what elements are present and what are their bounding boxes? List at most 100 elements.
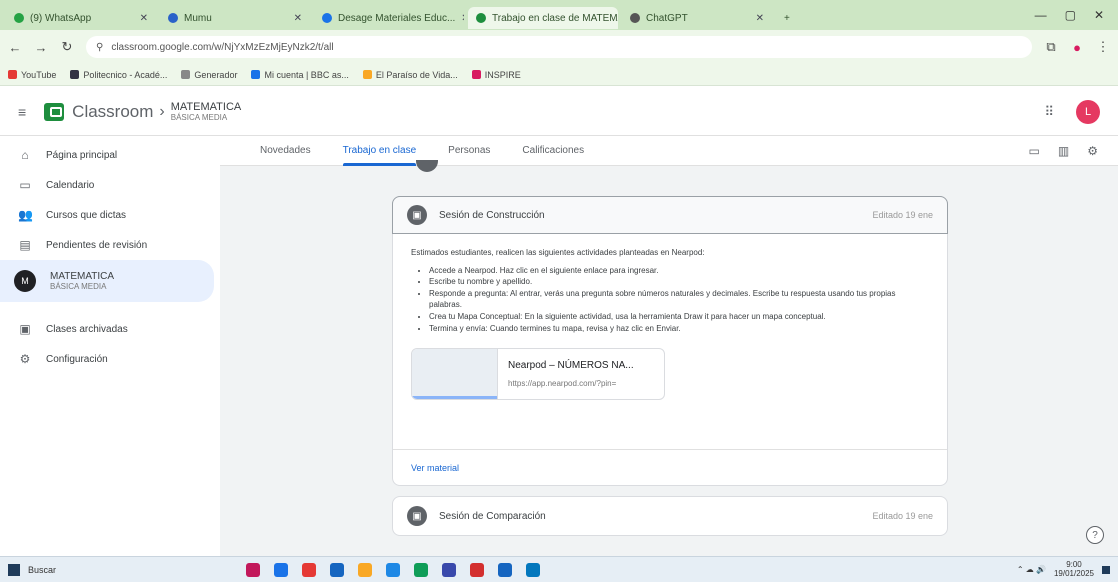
taskbar-app-icon[interactable]: [386, 562, 400, 577]
course-name: MATEMATICA: [170, 101, 242, 113]
sidebar-item[interactable]: ⚙ Configuración: [0, 344, 220, 374]
sidebar-item-label: Cursos que dictas: [46, 209, 127, 221]
avatar[interactable]: L: [1076, 99, 1100, 124]
browser-tab[interactable]: ChatGPT ✕: [622, 7, 772, 29]
site-info-icon[interactable]: ⚲: [96, 42, 103, 53]
browser-tab[interactable]: Desage Materiales Educ... ✕: [314, 7, 464, 29]
classroom-header: ≡ Classroom › MATEMATICA BÁSICA MEDIA ⠿ …: [0, 88, 1118, 136]
assignment-step: Termina y envía: Cuando termines tu mapa…: [429, 323, 929, 335]
browser-tab[interactable]: Trabajo en clase de MATEMATICA✕: [468, 7, 618, 29]
taskbar-app-icon[interactable]: [246, 562, 260, 577]
sidebar-icon: ▤: [19, 238, 31, 252]
bookmark-item[interactable]: YouTube: [8, 70, 56, 80]
attachment-thumbnail: [412, 349, 498, 400]
taskbar-app-icon[interactable]: [302, 562, 316, 577]
sidebar-item[interactable]: ⌂ Página principal: [0, 140, 220, 170]
sidebar-item[interactable]: ▤ Pendientes de revisión: [0, 230, 220, 260]
bookmark-item[interactable]: Politecnico - Acadé...: [70, 70, 167, 80]
apps-grid-icon[interactable]: ⠿: [1044, 104, 1054, 120]
sidebar-item-label: Calendario: [46, 179, 95, 191]
taskbar-app-icon[interactable]: [330, 562, 344, 577]
assignment-card: ▣ Sesión de Construcción Editado 19 ene …: [392, 196, 948, 486]
tray-icons[interactable]: ⌃ ☁ 🔊: [1017, 565, 1046, 574]
bookmark-label: El Paraíso de Vida...: [375, 69, 458, 80]
url-field[interactable]: ⚲ classroom.google.com/w/NjYxMzEzMjEyNzk…: [86, 36, 1032, 58]
notifications-icon[interactable]: [1102, 565, 1110, 574]
sidebar-icon: 👥: [18, 208, 33, 222]
breadcrumb-course[interactable]: MATEMATICA BÁSICA MEDIA: [171, 101, 241, 122]
bookmark-item[interactable]: Generador: [181, 70, 237, 80]
close-tab-icon[interactable]: ✕: [294, 13, 302, 24]
bookmark-item[interactable]: INSPIRE: [471, 70, 521, 80]
sidebar-item-label: Pendientes de revisión: [46, 239, 148, 251]
extensions-icon[interactable]: ⧉: [1044, 39, 1058, 55]
forward-icon[interactable]: →: [34, 40, 48, 55]
sidebar-icon: ▭: [19, 178, 31, 192]
tab-label: (9) WhatsApp: [30, 12, 92, 24]
bookmark-item[interactable]: El Paraíso de Vida...: [362, 69, 458, 80]
taskbar-app-icon[interactable]: [414, 562, 428, 577]
profile-icon[interactable]: ●: [1070, 40, 1084, 55]
sidebar-item-label: Página principal: [46, 149, 118, 161]
taskbar-search[interactable]: Buscar: [28, 565, 148, 575]
new-tab-icon[interactable]: +: [776, 7, 798, 29]
bookmark-item[interactable]: Mi cuenta | BBC as...: [251, 70, 349, 80]
taskbar-app-icon[interactable]: [470, 562, 484, 577]
sidebar-item[interactable]: ▭ Calendario: [0, 170, 220, 200]
assignment-step: Accede a Nearpod. Haz clic en el siguien…: [429, 265, 929, 277]
bookmark-favicon-icon: [471, 70, 481, 79]
back-icon[interactable]: ←: [8, 40, 22, 55]
taskbar-app-icon[interactable]: [274, 562, 288, 577]
settings-icon[interactable]: ⚙: [1087, 144, 1098, 158]
sidebar-item-selected-course[interactable]: M MATEMATICA BÁSICA MEDIA: [0, 260, 214, 302]
reload-icon[interactable]: ↻: [60, 39, 74, 55]
bookmark-label: Generador: [194, 69, 238, 80]
course-tab[interactable]: Novedades: [260, 136, 311, 166]
course-tabs: Novedades Trabajo en clase Personas Calific…: [220, 136, 1118, 166]
assignment-step: Responde a pregunta: Al entrar, verás un…: [429, 288, 929, 311]
browser-tab[interactable]: Mumu ✕: [160, 7, 310, 29]
tab-label: Mumu: [184, 12, 212, 24]
browser-tab[interactable]: (9) WhatsApp ✕: [6, 7, 156, 29]
assignment-intro: Estimados estudiantes, realicen las sigu…: [411, 248, 705, 257]
course-tab[interactable]: Calificaciones: [522, 136, 584, 166]
course-section: BÁSICA MEDIA: [170, 113, 228, 122]
windows-start-icon[interactable]: [8, 563, 20, 576]
sidebar-item[interactable]: ▣ Clases archivadas: [0, 314, 220, 344]
taskbar-app-icon[interactable]: [358, 562, 372, 577]
tab-favicon-icon: [322, 13, 332, 23]
sidebar-course-name: MATEMATICA: [50, 271, 115, 282]
classroom-logo-icon[interactable]: [44, 102, 65, 121]
assignment-card-2[interactable]: ▣ Sesión de Comparación Editado 19 ene: [392, 496, 948, 536]
minimize-icon[interactable]: —: [1035, 8, 1047, 22]
taskbar-app-icon[interactable]: [498, 562, 512, 577]
drive-folder-icon[interactable]: ▥: [1058, 144, 1069, 158]
calendar-icon[interactable]: ▭: [1029, 144, 1040, 158]
hamburger-icon[interactable]: ≡: [18, 104, 26, 120]
close-tab-icon[interactable]: ✕: [756, 13, 764, 24]
taskbar-app-icon[interactable]: [526, 562, 540, 577]
view-material-link[interactable]: Ver material: [393, 449, 947, 485]
menu-icon[interactable]: ⋮: [1096, 39, 1110, 55]
attachment-card[interactable]: Nearpod – NÚMEROS NA... https://app.near…: [411, 348, 665, 401]
close-tab-icon[interactable]: ✕: [461, 13, 464, 24]
bookmark-favicon-icon: [251, 70, 261, 79]
clock[interactable]: 9:00 19/01/2025: [1054, 560, 1094, 579]
close-tab-icon[interactable]: ✕: [140, 13, 148, 24]
app-title[interactable]: Classroom: [72, 102, 153, 122]
bookmark-favicon-icon: [362, 70, 372, 79]
close-window-icon[interactable]: ✕: [1094, 8, 1104, 22]
tab-label: Desage Materiales Educ...: [338, 12, 456, 24]
tab-favicon-icon: [14, 13, 24, 23]
bookmarks-bar: YouTube Politecnico - Acadé... Generador Mi…: [0, 64, 1118, 86]
taskbar-app-icon[interactable]: [442, 562, 456, 577]
sidebar-item-label: Clases archivadas: [46, 323, 128, 335]
assignment-date-2: Editado 19 ene: [872, 511, 933, 521]
maximize-icon[interactable]: ▢: [1065, 8, 1076, 22]
help-icon[interactable]: ?: [1086, 526, 1104, 544]
course-tab[interactable]: Trabajo en clase: [342, 136, 416, 166]
course-tab[interactable]: Personas: [448, 136, 490, 166]
sidebar-divider: [0, 302, 220, 314]
sidebar-item[interactable]: 👥 Cursos que dictas: [0, 200, 220, 230]
assignment-header[interactable]: ▣ Sesión de Construcción Editado 19 ene: [392, 196, 948, 234]
